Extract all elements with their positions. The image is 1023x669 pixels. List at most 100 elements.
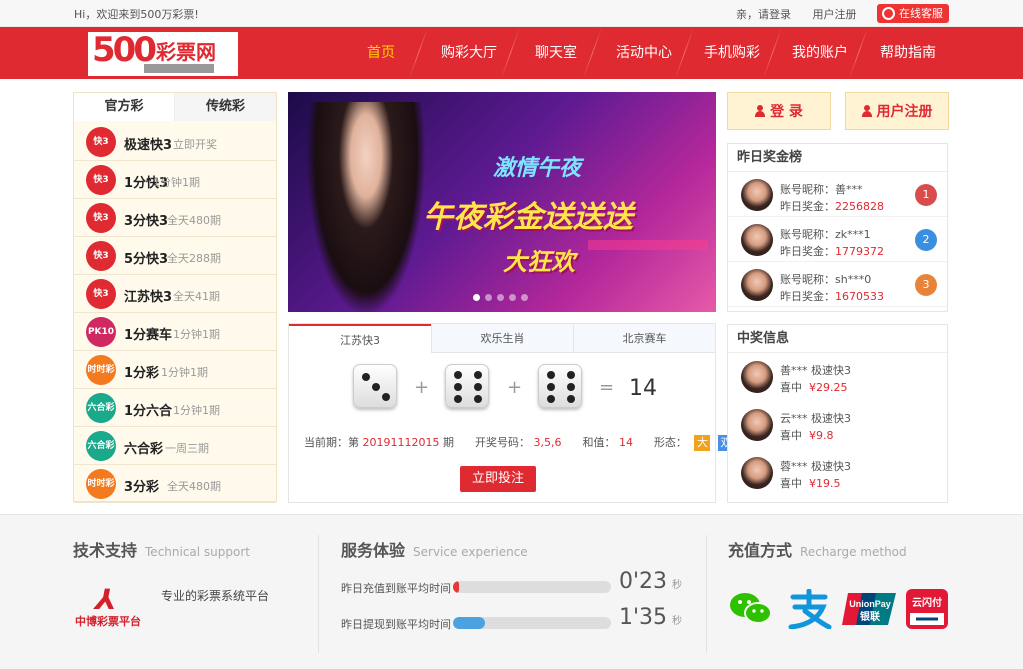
draw-tabs: 江苏快3 欢乐生肖 北京赛车: [289, 324, 715, 354]
dice-pip: [474, 383, 482, 391]
login-link[interactable]: 亲，请登录: [736, 8, 791, 21]
register-button[interactable]: 用户注册: [845, 92, 949, 130]
tab-beijing-racing[interactable]: 北京赛车: [573, 324, 715, 353]
site-logo[interactable]: 500 彩票网: [88, 30, 238, 76]
lottery-desc: 1分钟1期: [173, 328, 220, 341]
lottery-item[interactable]: 快3 5分快3 全天288期: [74, 237, 276, 275]
winner-amount: 喜中 ¥9.8: [780, 429, 834, 442]
nav-item-home[interactable]: 首页: [367, 27, 395, 79]
lottery-tabs: 官方彩 传统彩: [74, 93, 276, 121]
avatar: [741, 409, 773, 441]
period-number: 20191112015: [362, 436, 440, 449]
unionpay-icon[interactable]: UnionPay 银联: [842, 589, 898, 629]
logo-subtitle-strip: [144, 64, 214, 73]
tab-traditional[interactable]: 传统彩: [174, 93, 276, 121]
nav-item-lottery-hall[interactable]: 购彩大厅: [441, 27, 497, 79]
lottery-item[interactable]: 时时彩 1分彩 1分钟1期: [74, 351, 276, 389]
plus-sign: +: [414, 377, 430, 398]
alipay-icon[interactable]: [785, 588, 832, 630]
lottery-item[interactable]: 快3 极速快3 立即开奖: [74, 123, 276, 161]
winner-info: 善*** 极速快3: [780, 364, 851, 377]
lottery-logo-icon: 六合彩: [86, 393, 116, 423]
lottery-desc: 全天41期: [173, 290, 220, 303]
lottery-item[interactable]: 时时彩 3分彩 全天480期: [74, 465, 276, 503]
winner-row: 云*** 极速快3 喜中 ¥9.8: [728, 406, 947, 454]
online-service-button[interactable]: 在线客服: [877, 4, 949, 23]
lottery-name: 极速快3: [124, 138, 173, 153]
dice-pip: [474, 395, 482, 403]
nav-item-mobile[interactable]: 手机购彩: [704, 27, 760, 79]
avatar: [741, 179, 773, 211]
service-label: 昨日充值到账平均时间: [341, 582, 451, 595]
nav-divider: [500, 27, 521, 79]
lottery-desc: 1分钟1期: [161, 366, 208, 379]
register-link[interactable]: 用户注册: [813, 8, 857, 21]
service-label: 昨日提现到账平均时间: [341, 618, 451, 631]
tab-official[interactable]: 官方彩: [74, 93, 174, 121]
cloud-pay-icon[interactable]: 云闪付: [906, 589, 950, 629]
rank-prize: 昨日奖金：2256828: [780, 200, 884, 213]
numbers-label: 开奖号码：: [474, 436, 530, 449]
rank-row: 账号昵称：善*** 昨日奖金：2256828 1: [728, 173, 947, 217]
unionpay-cn-text: 银联: [860, 610, 880, 623]
lottery-item[interactable]: PK10 1分赛车 1分钟1期: [74, 313, 276, 351]
zhongbo-logo: ⅄ 中博彩票平台: [75, 583, 155, 628]
lottery-item[interactable]: 六合彩 1分六合 1分钟1期: [74, 389, 276, 427]
prize-rank-title: 昨日奖金榜: [728, 144, 947, 172]
lottery-logo-icon: 快3: [86, 127, 116, 157]
bet-now-button[interactable]: 立即投注: [460, 466, 536, 492]
period-suffix: 期: [442, 436, 454, 449]
lottery-item[interactable]: 快3 江苏快3 全天41期: [74, 275, 276, 313]
dice-pip: [454, 383, 462, 391]
rank-row: 账号昵称：zk***1 昨日奖金：1779372 2: [728, 218, 947, 262]
logo-text: 彩票网: [156, 40, 216, 64]
nav-item-activity[interactable]: 活动中心: [616, 27, 672, 79]
lottery-name: 六合彩: [124, 442, 164, 457]
lottery-item[interactable]: 快3 1分快3 1分钟1期: [74, 161, 276, 199]
dice-face: [353, 364, 397, 408]
dice-pip: [567, 371, 575, 379]
sum-label: 和值：: [582, 436, 616, 449]
banner-dot[interactable]: [485, 294, 492, 301]
lottery-desc: 1分钟1期: [153, 176, 200, 189]
winner-row: 蓉*** 极速快3 喜中 ¥19.5: [728, 454, 947, 502]
tech-support-title: 技术支持 Technical support: [73, 541, 251, 560]
nav-item-chatroom[interactable]: 聊天室: [535, 27, 577, 79]
banner-dot[interactable]: [509, 294, 516, 301]
banner-dot[interactable]: [473, 294, 480, 301]
service-time: 1'35 秒: [619, 605, 683, 630]
dice-pip: [454, 395, 462, 403]
rank-medal-icon: 2: [915, 229, 937, 251]
promo-banner[interactable]: 激情午夜 午夜彩金送送送 大狂欢: [288, 92, 716, 312]
avatar: [741, 224, 773, 256]
nav-item-account[interactable]: 我的账户: [792, 27, 848, 79]
lottery-name: 5分快3: [124, 252, 169, 267]
avatar: [741, 361, 773, 393]
zhongbo-brand: 中博彩票平台: [75, 615, 141, 628]
service-progress-bar: [453, 617, 611, 629]
banner-model-image: [306, 102, 426, 312]
dice-sum: 14: [629, 376, 657, 401]
user-icon: [755, 105, 766, 117]
dice-face: [538, 364, 582, 408]
lottery-logo-icon: PK10: [86, 317, 116, 347]
dice-pip: [547, 395, 555, 403]
tab-jiangsu-k3[interactable]: 江苏快3: [289, 324, 431, 354]
banner-dot[interactable]: [521, 294, 528, 301]
user-icon: [861, 105, 872, 117]
tab-zodiac[interactable]: 欢乐生肖: [431, 324, 573, 353]
lottery-item[interactable]: 快3 3分快3 全天480期: [74, 199, 276, 237]
nav-item-help[interactable]: 帮助指南: [880, 27, 936, 79]
avatar: [741, 457, 773, 489]
period-label: 当前期：第: [304, 436, 359, 449]
wechat-pay-icon[interactable]: [728, 589, 772, 629]
lottery-item[interactable]: 六合彩 六合彩 一周三期: [74, 427, 276, 465]
nav-divider: [582, 27, 603, 79]
welcome-text: Hi，欢迎来到500万彩票!: [74, 8, 199, 21]
lottery-name: 3分快3: [124, 214, 169, 229]
login-button-label: 登 录: [770, 104, 803, 120]
dice-pip: [382, 393, 390, 401]
lottery-name: 1分彩: [124, 366, 160, 381]
banner-dot[interactable]: [497, 294, 504, 301]
login-button[interactable]: 登 录: [727, 92, 831, 130]
